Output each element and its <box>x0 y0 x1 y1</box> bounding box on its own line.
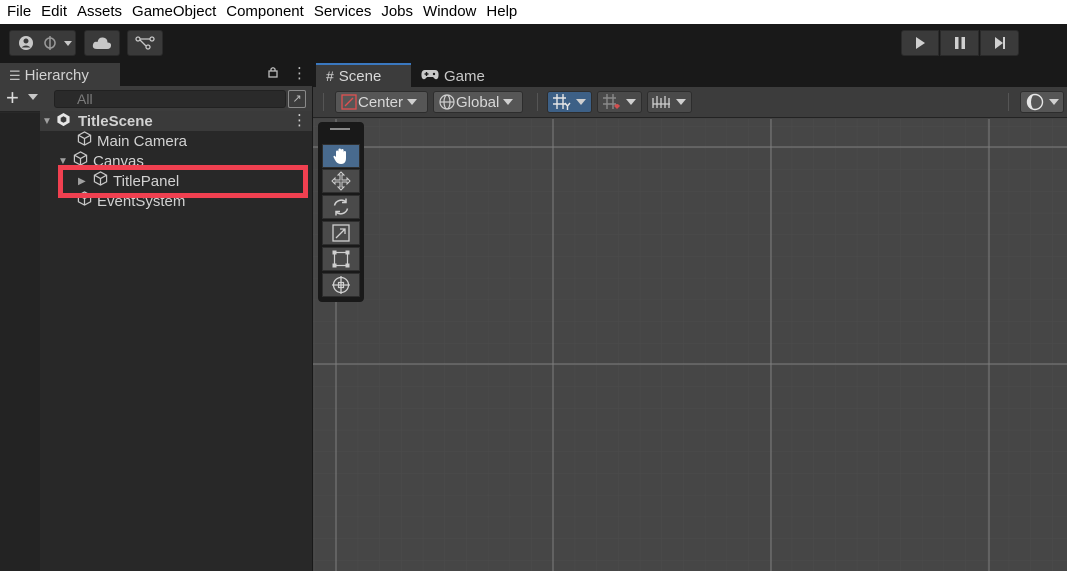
move-tool-button[interactable] <box>322 169 360 193</box>
tool-palette <box>318 122 364 302</box>
scene-tab-bar: # Scene Game <box>313 62 1067 87</box>
rotate-tool-button[interactable] <box>322 195 360 219</box>
step-button[interactable] <box>980 30 1019 56</box>
gamepad-icon <box>421 68 439 84</box>
game-tab-label: Game <box>444 67 485 85</box>
space-mode-dropdown[interactable]: Global <box>433 91 523 113</box>
hierarchy-item-main-camera[interactable]: Main Camera <box>76 131 187 151</box>
scene-name-label: TitleScene <box>78 112 153 130</box>
scene-options-icon[interactable]: ⋮ <box>292 111 307 129</box>
hand-tool-button[interactable] <box>322 144 360 168</box>
play-button[interactable] <box>901 30 939 56</box>
pivot-mode-label: Center <box>358 93 404 111</box>
menu-services[interactable]: Services <box>309 0 377 24</box>
chevron-down-icon <box>576 99 586 105</box>
ruler-toggle[interactable] <box>647 91 692 113</box>
chevron-down-icon <box>503 99 514 105</box>
drag-handle-icon[interactable] <box>330 128 350 130</box>
more-options-icon[interactable]: ⋮ <box>292 64 307 82</box>
menu-window[interactable]: Window <box>418 0 481 24</box>
main-camera-label: Main Camera <box>97 132 188 150</box>
menu-help[interactable]: Help <box>481 0 522 24</box>
menu-file[interactable]: File <box>0 0 36 24</box>
menu-edit[interactable]: Edit <box>36 0 72 24</box>
lock-icon[interactable] <box>268 66 278 81</box>
scene-row-titlescene[interactable]: ▼ TitleScene <box>40 111 312 131</box>
menu-component[interactable]: Component <box>221 0 309 24</box>
space-mode-label: Global <box>456 93 500 111</box>
hierarchy-tab-bar: ☰ Hierarchy ⋮ <box>0 62 312 86</box>
increment-snap-toggle[interactable] <box>597 91 642 113</box>
transform-tool-button[interactable] <box>322 273 360 297</box>
grid-snap-toggle[interactable] <box>547 91 592 113</box>
scale-icon <box>332 224 350 242</box>
step-icon <box>994 37 1005 49</box>
highlight-box <box>58 165 308 198</box>
unity-scene-icon <box>56 112 72 131</box>
play-icon <box>916 37 925 49</box>
hierarchy-tab-label: Hierarchy <box>24 67 89 84</box>
pivot-icon <box>341 94 357 110</box>
cloud-icon <box>92 37 112 49</box>
grid-snap-icon <box>553 94 571 110</box>
hand-icon <box>333 148 346 164</box>
ruler-icon <box>652 96 670 108</box>
tab-game[interactable]: Game <box>421 65 501 87</box>
search-mode-button[interactable]: ↗ <box>288 90 306 108</box>
scene-toolbar: Center Global <box>313 87 1067 118</box>
toolbar-divider <box>323 93 324 111</box>
pause-button[interactable] <box>940 30 979 56</box>
scene-grid <box>313 119 1067 571</box>
pivot-mode-dropdown[interactable]: Center <box>335 91 428 113</box>
scene-tab-label: Scene <box>338 67 382 85</box>
toolbar-divider <box>1008 93 1009 111</box>
menu-gameobject[interactable]: GameObject <box>127 0 221 24</box>
shading-sphere-icon <box>1026 93 1044 111</box>
main-toolbar <box>0 24 1067 61</box>
menu-jobs[interactable]: Jobs <box>376 0 418 24</box>
chevron-down-icon <box>676 99 686 105</box>
hierarchy-toolbar: + ⚲ All ↗ <box>0 86 312 112</box>
collab-button[interactable] <box>127 30 163 56</box>
transform-icon <box>332 276 350 294</box>
cloud-button[interactable] <box>84 30 120 56</box>
chevron-down-icon <box>1049 99 1059 105</box>
move-arrows-icon <box>331 171 351 191</box>
account-icon <box>18 36 72 50</box>
chevron-down-icon <box>626 99 636 105</box>
rotate-icon <box>333 198 349 216</box>
tab-hierarchy[interactable]: ☰ Hierarchy <box>0 63 120 86</box>
toolbar-divider <box>537 93 538 111</box>
collapse-arrow-icon[interactable]: ▼ <box>42 116 56 127</box>
scene-viewport[interactable] <box>313 119 1067 571</box>
draw-mode-dropdown[interactable] <box>1020 91 1064 113</box>
list-icon: ☰ <box>9 67 21 83</box>
rect-transform-icon <box>332 250 350 268</box>
scene-panel: # Scene Game Center Global <box>313 62 1067 571</box>
add-icon[interactable]: + <box>6 87 19 109</box>
menu-assets[interactable]: Assets <box>72 0 127 24</box>
pause-icon <box>954 37 965 49</box>
grid-hash-icon: # <box>326 68 334 84</box>
add-dropdown-icon[interactable] <box>28 94 38 100</box>
scale-tool-button[interactable] <box>322 221 360 245</box>
rect-tool-button[interactable] <box>322 247 360 271</box>
gameobject-cube-icon <box>76 131 92 151</box>
globe-icon <box>439 94 455 110</box>
tab-scene[interactable]: # Scene <box>316 63 411 87</box>
hierarchy-search-input[interactable]: All <box>54 90 286 108</box>
increment-snap-icon <box>603 94 620 109</box>
menu-bar: File Edit Assets GameObject Component Se… <box>0 0 1067 24</box>
collab-icon <box>135 36 155 50</box>
hierarchy-gutter <box>0 113 40 571</box>
account-button[interactable] <box>9 30 76 56</box>
chevron-down-icon <box>407 99 418 105</box>
